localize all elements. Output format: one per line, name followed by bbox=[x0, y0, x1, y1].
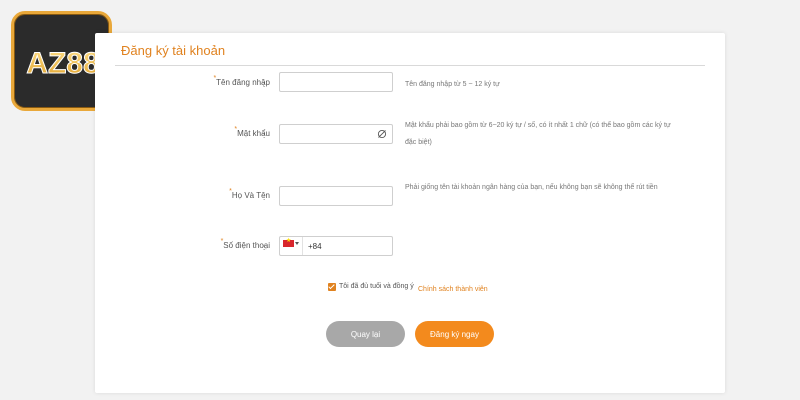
member-policy-link[interactable]: Chính sách thành viên bbox=[418, 286, 488, 293]
password-input[interactable] bbox=[280, 126, 378, 145]
phone-field[interactable] bbox=[279, 236, 402, 256]
register-button[interactable]: Đăng ký ngay bbox=[415, 321, 494, 347]
required-mark: * bbox=[229, 188, 232, 195]
required-mark: * bbox=[213, 75, 217, 82]
logo-text: AZ88 bbox=[26, 47, 99, 80]
phone-input[interactable] bbox=[304, 237, 402, 255]
fullname-hint: Phải giống tên tài khoản ngân hàng của b… bbox=[405, 184, 658, 191]
az88-logo-mark: AZ88 bbox=[26, 47, 100, 81]
username-label: *Tên đăng nhập bbox=[213, 75, 270, 87]
required-mark: * bbox=[220, 238, 224, 245]
country-code-selector[interactable] bbox=[280, 237, 303, 255]
fullname-label: *Họ Và Tên bbox=[229, 188, 270, 200]
registration-panel: Đăng ký tài khoản *Tên đăng nhập : Tên đ… bbox=[95, 33, 725, 393]
terms-checkbox[interactable] bbox=[328, 283, 336, 291]
password-hint: Mật khẩu phải bao gồm từ 6~20 ký tự / số… bbox=[405, 122, 671, 146]
fullname-field[interactable] bbox=[279, 186, 393, 207]
username-input[interactable] bbox=[280, 74, 378, 93]
phone-label: *Số điện thoại bbox=[220, 238, 270, 250]
chevron-down-icon bbox=[295, 242, 299, 245]
username-hint: Tên đăng nhập từ 5 ~ 12 ký tự bbox=[405, 81, 500, 88]
password-colon: : bbox=[263, 131, 266, 140]
phone-colon: : bbox=[263, 243, 266, 252]
terms-text: Tôi đã đủ tuổi và đồng ý bbox=[339, 283, 414, 290]
page-title: Đăng ký tài khoản bbox=[121, 43, 226, 58]
fullname-input[interactable] bbox=[280, 188, 378, 207]
vietnam-flag-icon bbox=[283, 237, 294, 247]
fullname-colon: : bbox=[263, 193, 266, 202]
username-colon: : bbox=[263, 80, 266, 89]
back-button[interactable]: Quay lại bbox=[326, 321, 405, 347]
required-mark: * bbox=[234, 126, 238, 133]
hide-password-icon[interactable] bbox=[377, 129, 387, 139]
title-divider bbox=[115, 65, 705, 66]
username-field[interactable] bbox=[279, 72, 393, 93]
password-label: *Mật khẩu bbox=[234, 126, 270, 138]
password-field[interactable] bbox=[279, 124, 393, 145]
